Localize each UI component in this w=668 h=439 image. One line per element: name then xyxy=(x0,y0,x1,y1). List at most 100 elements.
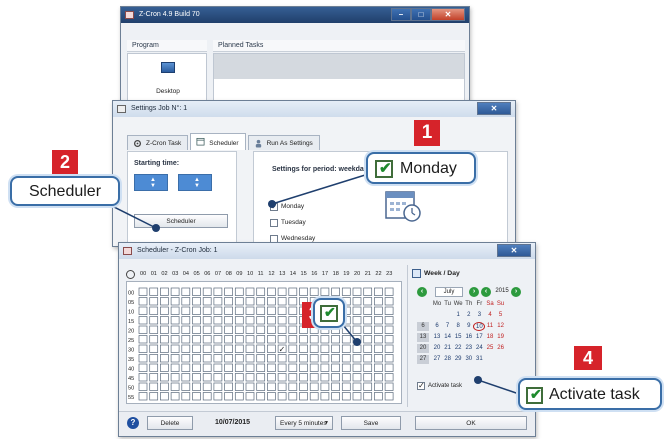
time-cell-checkbox[interactable] xyxy=(267,316,276,325)
hour-label[interactable]: 13 xyxy=(279,268,285,281)
hour-label[interactable]: 08 xyxy=(226,268,232,281)
time-cell-checkbox[interactable] xyxy=(149,325,159,334)
time-cell-checkbox[interactable] xyxy=(245,392,255,401)
time-cell-checkbox[interactable] xyxy=(170,306,180,315)
time-cell-checkbox[interactable] xyxy=(256,325,266,334)
calendar-day[interactable]: 19 xyxy=(495,333,507,342)
time-cell-checkbox[interactable] xyxy=(384,354,394,363)
time-cell-checkbox[interactable] xyxy=(138,382,148,391)
time-cell-checkbox[interactable] xyxy=(288,392,298,401)
time-cell-checkbox[interactable] xyxy=(352,325,362,334)
time-cell-checkbox[interactable] xyxy=(224,335,233,344)
time-cell-checkbox[interactable] xyxy=(181,316,191,325)
hour-label[interactable]: 21 xyxy=(365,268,371,281)
time-cell-checkbox[interactable] xyxy=(256,306,266,315)
hour-label[interactable]: 04 xyxy=(183,268,189,281)
tuesday-checkbox[interactable] xyxy=(270,219,278,227)
time-cell-checkbox[interactable] xyxy=(256,363,266,372)
hour-label[interactable]: 16 xyxy=(311,268,317,281)
time-cell-checkbox[interactable] xyxy=(277,363,287,372)
hour-label[interactable]: 12 xyxy=(268,268,274,281)
time-cell-checkbox[interactable] xyxy=(224,297,233,306)
time-cell-checkbox[interactable] xyxy=(374,363,383,372)
minute-spinner[interactable]: ▲ ▼ xyxy=(178,174,212,191)
time-cell-checkbox[interactable] xyxy=(352,287,362,296)
time-cell-checkbox[interactable] xyxy=(288,344,298,353)
time-cell-checkbox[interactable] xyxy=(309,344,319,353)
time-cell-checkbox[interactable] xyxy=(181,297,191,306)
time-cell-checkbox[interactable] xyxy=(149,287,159,296)
time-cell-checkbox[interactable] xyxy=(181,306,191,315)
time-cell-checkbox[interactable] xyxy=(288,335,298,344)
time-cell-checkbox[interactable] xyxy=(192,354,201,363)
time-cell-checkbox[interactable] xyxy=(384,297,394,306)
time-cell-checkbox[interactable] xyxy=(160,373,169,382)
time-cell-checkbox[interactable] xyxy=(331,354,340,363)
time-cell-checkbox[interactable] xyxy=(202,354,212,363)
time-cell-checkbox[interactable] xyxy=(138,316,148,325)
time-cell-checkbox[interactable] xyxy=(160,287,169,296)
time-cell-checkbox[interactable] xyxy=(224,306,233,315)
time-cell-checkbox[interactable] xyxy=(256,335,266,344)
time-cell-checkbox[interactable] xyxy=(341,373,351,382)
time-cell-checkbox[interactable] xyxy=(234,287,244,296)
time-cell-checkbox[interactable] xyxy=(181,335,191,344)
time-cell-checkbox[interactable] xyxy=(224,392,233,401)
time-cell-checkbox[interactable] xyxy=(192,373,201,382)
time-cell-checkbox[interactable] xyxy=(256,287,266,296)
month-field[interactable]: July xyxy=(435,287,463,297)
time-cell-checkbox[interactable] xyxy=(202,287,212,296)
hour-label[interactable]: 01 xyxy=(151,268,157,281)
time-cell-checkbox[interactable] xyxy=(299,373,308,382)
time-cell-checkbox[interactable] xyxy=(374,382,383,391)
time-cell-checkbox[interactable] xyxy=(224,316,233,325)
time-cell-checkbox[interactable] xyxy=(245,382,255,391)
tab-zcron-task[interactable]: Z-Cron Task xyxy=(127,135,189,150)
time-cell-checkbox[interactable] xyxy=(352,382,362,391)
time-cell-checkbox[interactable] xyxy=(234,306,244,315)
time-cell-checkbox[interactable] xyxy=(267,373,276,382)
time-cell-checkbox[interactable] xyxy=(160,354,169,363)
time-cell-checkbox[interactable] xyxy=(267,382,276,391)
time-cell-checkbox[interactable] xyxy=(160,297,169,306)
hour-label[interactable]: 06 xyxy=(204,268,210,281)
hour-label[interactable]: 20 xyxy=(354,268,360,281)
time-cell-checkbox[interactable] xyxy=(224,287,233,296)
time-cell-checkbox[interactable] xyxy=(256,392,266,401)
time-cell-checkbox[interactable] xyxy=(234,392,244,401)
time-cell-checkbox[interactable] xyxy=(363,325,373,334)
time-cell-checkbox[interactable] xyxy=(277,382,287,391)
time-cell-checkbox[interactable] xyxy=(309,287,319,296)
time-cell-checkbox[interactable] xyxy=(149,354,159,363)
time-cell-checkbox[interactable] xyxy=(288,363,298,372)
time-cell-checkbox[interactable] xyxy=(213,344,223,353)
time-cell-checkbox[interactable] xyxy=(288,373,298,382)
next-month-button[interactable]: › xyxy=(469,287,479,297)
settings-close-button[interactable]: ✕ xyxy=(477,102,511,115)
time-cell-checkbox[interactable] xyxy=(374,392,383,401)
time-cell-checkbox[interactable] xyxy=(138,354,148,363)
time-cell-checkbox[interactable] xyxy=(138,325,148,334)
time-cell-checkbox[interactable] xyxy=(341,335,351,344)
time-cell-checkbox[interactable] xyxy=(202,373,212,382)
time-cell-checkbox[interactable] xyxy=(299,363,308,372)
time-cell-checkbox[interactable] xyxy=(192,344,201,353)
time-cell-checkbox[interactable] xyxy=(320,335,330,344)
year-field[interactable]: 2015 xyxy=(493,287,511,297)
hour-label[interactable]: 14 xyxy=(290,268,296,281)
time-cell-checkbox[interactable] xyxy=(213,382,223,391)
time-cell-checkbox[interactable] xyxy=(277,354,287,363)
time-cell-checkbox[interactable] xyxy=(374,316,383,325)
time-cell-checkbox[interactable] xyxy=(320,373,330,382)
next-year-button[interactable]: › xyxy=(511,287,521,297)
time-cell-checkbox[interactable] xyxy=(202,392,212,401)
time-cell-checkbox[interactable] xyxy=(309,354,319,363)
time-cell-checkbox[interactable] xyxy=(138,297,148,306)
hour-label[interactable]: 15 xyxy=(301,268,307,281)
time-cell-checkbox[interactable] xyxy=(374,287,383,296)
time-cell-checkbox[interactable] xyxy=(277,297,287,306)
time-cell-checkbox[interactable] xyxy=(277,373,287,382)
time-cell-checkbox[interactable] xyxy=(181,373,191,382)
time-cell-checkbox[interactable] xyxy=(363,373,373,382)
time-cell-checkbox[interactable] xyxy=(149,363,159,372)
